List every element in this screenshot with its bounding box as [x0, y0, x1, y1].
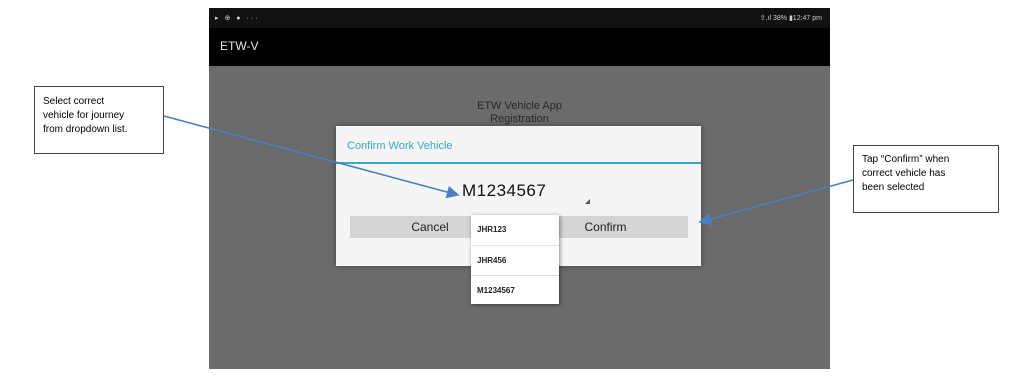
arrow-to-confirm	[698, 179, 854, 226]
arrow-to-spinner	[163, 115, 460, 199]
annotation-arrows	[163, 115, 854, 226]
